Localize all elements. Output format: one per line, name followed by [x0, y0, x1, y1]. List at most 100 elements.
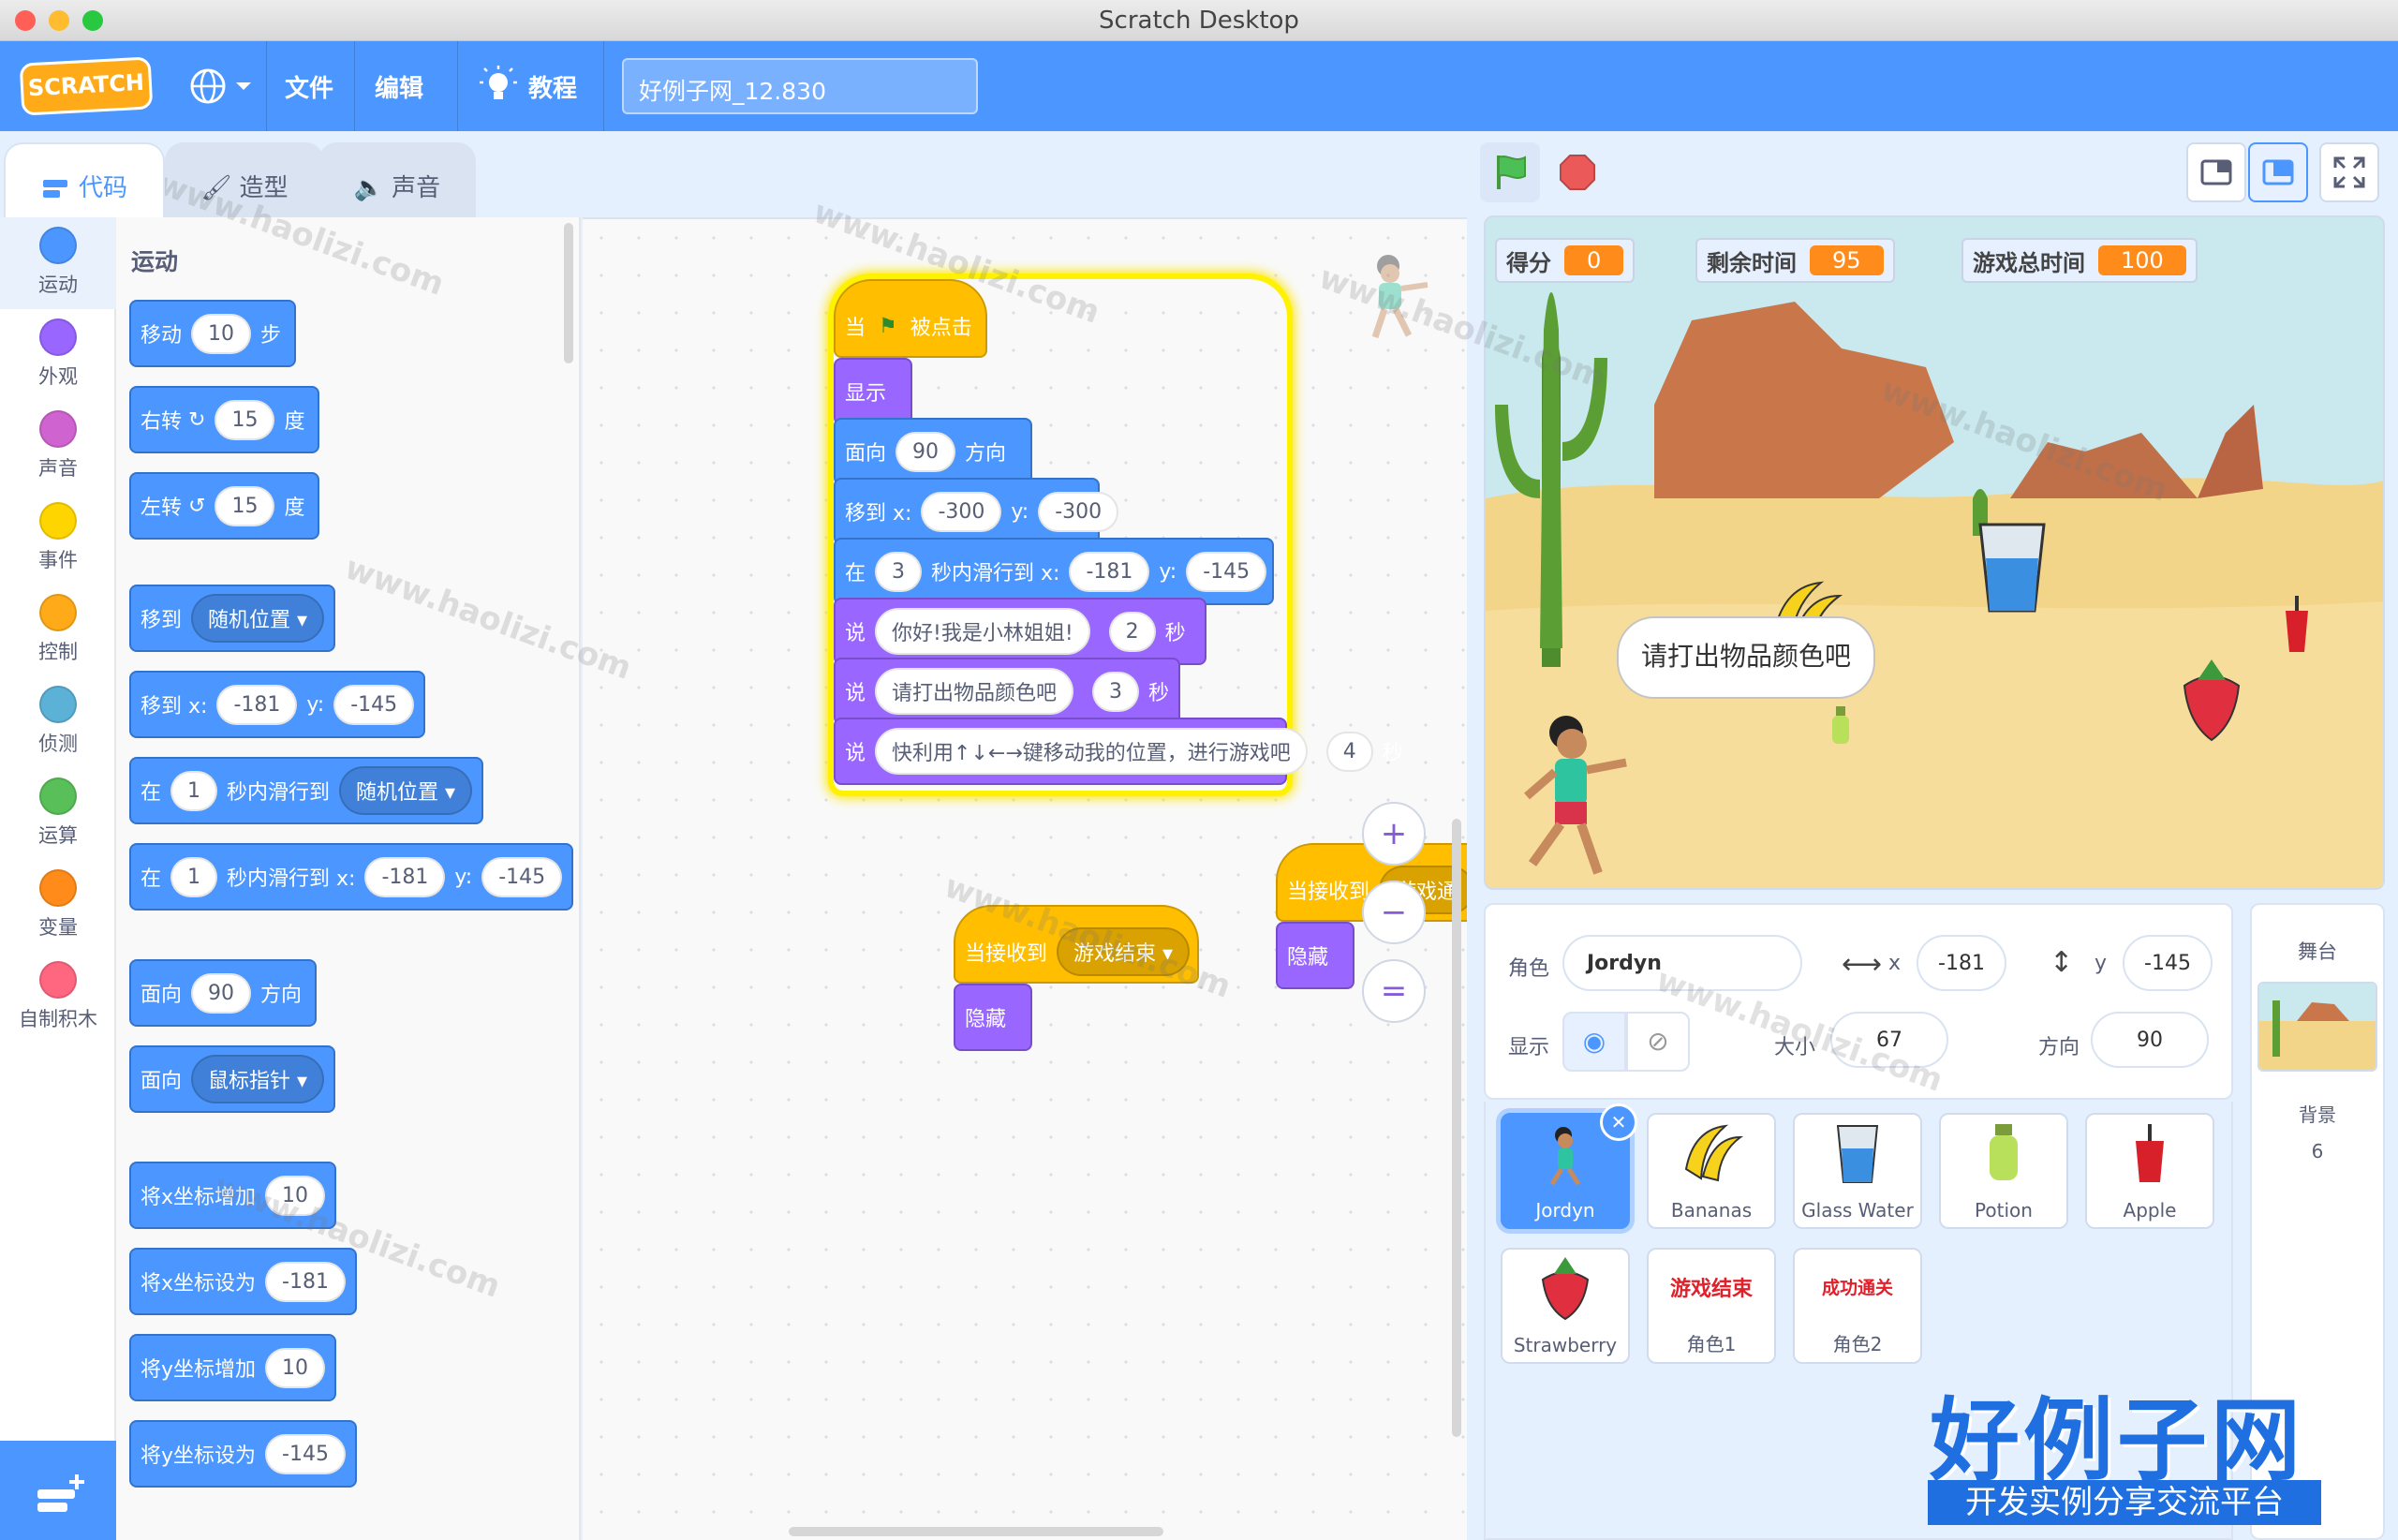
block-glide-xy[interactable]: 在 1 秒内滑行到 x: -181 y: -145 — [129, 843, 574, 911]
x-input[interactable]: -181 — [1917, 935, 2006, 991]
block-goto-random[interactable]: 移到 随机位置 ▾ — [129, 585, 336, 652]
large-stage-icon — [2262, 159, 2294, 185]
sprite-tile-glass-water[interactable]: Glass Water — [1793, 1113, 1922, 1229]
block-goto-xy[interactable]: 移到 x: -300 y: -300 — [834, 478, 1119, 545]
category-label: 运算 — [38, 824, 78, 847]
block-show[interactable]: 显示 — [834, 358, 912, 425]
turn-left-icon: ↺ — [188, 494, 206, 518]
script-horizontal-scrollbar[interactable] — [789, 1527, 1163, 1536]
category-operators[interactable]: 运算 — [0, 768, 116, 860]
zoom-out-button[interactable]: − — [1362, 881, 1426, 944]
stop-button[interactable] — [1547, 142, 1607, 202]
apple-sprite[interactable] — [2278, 592, 2316, 658]
speaker-icon: 🔈 — [353, 174, 385, 202]
block-point-direction[interactable]: 面向 90 方向 — [834, 418, 1032, 485]
trash-icon: ✕ — [1610, 1111, 1627, 1133]
block-point-towards[interactable]: 面向 鼠标指针 ▾ — [129, 1045, 336, 1113]
tab-sounds-label: 声音 — [392, 174, 441, 202]
strawberry-sprite[interactable] — [2179, 658, 2244, 742]
turn-right-icon: ↻ — [188, 407, 206, 432]
edit-menu[interactable]: 编辑 — [375, 69, 423, 104]
palette-scrollbar[interactable] — [564, 223, 573, 363]
globe-icon — [190, 68, 251, 104]
potion-thumb-icon — [1990, 1124, 2018, 1180]
stage-canvas[interactable]: 得分 0 剩余时间 95 游戏总时间 100 请打出物品颜色吧 — [1484, 215, 2385, 890]
block-point-direction[interactable]: 面向 90 方向 — [129, 959, 318, 1027]
window-title-bar: Scratch Desktop — [0, 0, 2398, 41]
block-set-x[interactable]: 将x坐标设为 -181 — [129, 1248, 357, 1315]
category-variables[interactable]: 变量 — [0, 860, 116, 952]
glass-water-sprite[interactable] — [1975, 517, 2050, 620]
large-stage-button[interactable] — [2248, 142, 2308, 202]
small-stage-button[interactable] — [2186, 142, 2246, 202]
watermark-slogan: 开发实例分享交流平台 — [1928, 1480, 2321, 1525]
jordyn-thumb-icon — [1549, 1127, 1581, 1186]
block-set-y[interactable]: 将y坐标设为 -145 — [129, 1420, 357, 1488]
category-sensing[interactable]: 侦测 — [0, 676, 116, 768]
y-input[interactable]: -145 — [2123, 935, 2213, 991]
backdrops-label: 背景 — [2299, 1103, 2336, 1126]
script-vertical-scrollbar[interactable] — [1452, 819, 1461, 1437]
block-turn-right[interactable]: 右转 ↻ 15 度 — [129, 386, 320, 453]
sprite-tile-sprite2[interactable]: 成功通关 角色2 — [1793, 1248, 1922, 1364]
block-say-for-secs[interactable]: 说请打出物品颜色吧 3 秒 — [834, 658, 1180, 725]
green-flag-button[interactable] — [1480, 142, 1540, 202]
sprite-tile-bananas[interactable]: Bananas — [1647, 1113, 1776, 1229]
scratch-logo[interactable]: SCRATCH — [19, 56, 154, 116]
block-glide-xy[interactable]: 在 3 秒内滑行到 x: -181 y: -145 — [834, 538, 1274, 605]
script-area[interactable]: 当 ⚑ 被点击 显示 面向 90 方向 移到 x: -300 y: -300 在 3 秒内滑行… — [583, 217, 1467, 1540]
tab-code[interactable]: 代码 — [4, 142, 165, 217]
language-menu[interactable] — [187, 66, 253, 107]
monitor-time-left[interactable]: 剩余时间 95 — [1695, 238, 1895, 283]
category-label: 侦测 — [38, 733, 78, 755]
delete-sprite-button[interactable]: ✕ — [1600, 1103, 1637, 1141]
file-menu[interactable]: 文件 — [285, 69, 333, 104]
sprite-tile-potion[interactable]: Potion — [1939, 1113, 2068, 1229]
jordyn-sprite[interactable] — [1514, 704, 1636, 890]
category-sound[interactable]: 声音 — [0, 401, 116, 493]
small-stage-icon — [2200, 159, 2232, 185]
fullscreen-button[interactable] — [2319, 142, 2379, 202]
category-control[interactable]: 控制 — [0, 585, 116, 676]
stage-header — [1480, 131, 2398, 217]
stop-sign-icon — [1560, 155, 1595, 190]
zoom-reset-button[interactable]: = — [1362, 959, 1426, 1023]
code-tab-icon — [42, 179, 67, 198]
block-glide-random[interactable]: 在 1 秒内滑行到 随机位置 ▾ — [129, 757, 484, 824]
my-blocks-dot-icon — [39, 961, 77, 999]
sprite-name: 角色1 — [1686, 1333, 1737, 1355]
potion-sprite[interactable] — [1827, 704, 1855, 751]
show-sprite-button[interactable]: ◉ — [1562, 1012, 1626, 1072]
block-hide[interactable]: 隐藏 — [1276, 922, 1354, 989]
block-say-for-secs[interactable]: 说你好!我是小林姐姐! 2 秒 — [834, 598, 1206, 665]
sprite-tile-apple[interactable]: Apple — [2085, 1113, 2214, 1229]
hide-sprite-button[interactable]: ⊘ — [1626, 1012, 1690, 1072]
block-change-y[interactable]: 将y坐标增加 10 — [129, 1334, 337, 1401]
sprite-tile-strawberry[interactable]: Strawberry — [1501, 1248, 1630, 1364]
sprite-tile-jordyn[interactable]: Jordyn ✕ — [1501, 1103, 1637, 1229]
category-looks[interactable]: 外观 — [0, 309, 116, 401]
y-arrows-icon: ↕ — [2050, 946, 2074, 979]
project-title-input[interactable]: 好例子网_12.830 — [622, 58, 978, 114]
block-move-steps[interactable]: 移动 10 步 — [129, 300, 297, 367]
block-say-for-secs[interactable]: 说快利用↑↓←→键移动我的位置，进行游戏吧 4 秒 — [834, 718, 1403, 785]
direction-input[interactable]: 90 — [2091, 1012, 2209, 1068]
glass-thumb-icon — [1836, 1125, 1879, 1183]
add-extension-button[interactable] — [0, 1441, 116, 1540]
monitor-total-time[interactable]: 游戏总时间 100 — [1961, 238, 2198, 283]
category-events[interactable]: 事件 — [0, 493, 116, 585]
sprite-tile-sprite1[interactable]: 游戏结束 角色1 — [1647, 1248, 1776, 1364]
apple-thumb-icon — [2136, 1124, 2164, 1182]
eye-icon: ◉ — [1582, 1026, 1606, 1057]
block-turn-left[interactable]: 左转 ↺ 15 度 — [129, 472, 320, 540]
strawberry-thumb-icon — [1541, 1257, 1590, 1321]
category-motion[interactable]: 运动 — [0, 217, 116, 309]
tab-sounds[interactable]: 🔈 声音 — [318, 142, 476, 217]
zoom-in-button[interactable]: + — [1362, 802, 1426, 866]
block-goto-xy[interactable]: 移到 x: -181 y: -145 — [129, 671, 426, 738]
category-my-blocks[interactable]: 自制积木 — [0, 952, 116, 1044]
block-when-flag-clicked[interactable]: 当 ⚑ 被点击 — [834, 279, 987, 358]
tutorials-button[interactable]: 教程 — [480, 66, 592, 107]
monitor-score[interactable]: 得分 0 — [1495, 238, 1636, 283]
block-hide[interactable]: 隐藏 — [954, 984, 1032, 1051]
